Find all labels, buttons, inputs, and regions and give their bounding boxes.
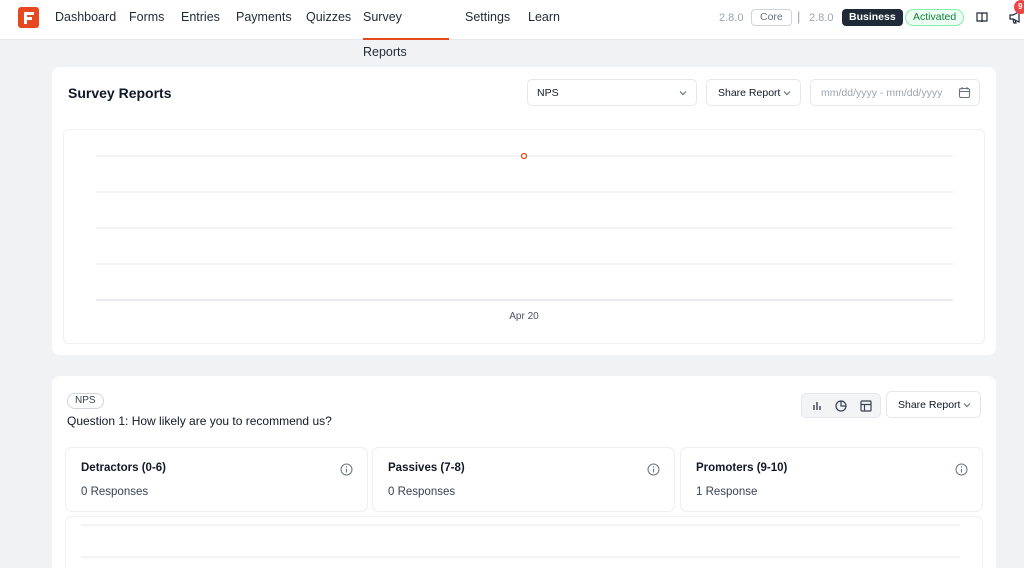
top-nav-bar: Dashboard Forms Entries Payments Quizzes… (0, 0, 1024, 59)
x-tick-label: Apr 20 (509, 311, 539, 322)
question-share-report-button[interactable]: Share Report (886, 391, 981, 418)
chevron-down-icon (783, 91, 791, 96)
date-range-placeholder: mm/dd/yyyy - mm/dd/yyyy (821, 87, 943, 99)
nav-learn[interactable]: Learn (528, 0, 560, 40)
nav-settings[interactable]: Settings (465, 0, 510, 40)
form-select-value: NPS (537, 87, 559, 99)
pie-chart-icon[interactable] (834, 399, 848, 413)
table-icon[interactable] (859, 399, 873, 413)
book-icon[interactable] (976, 11, 988, 23)
question-text: Question 1: How likely are you to recomm… (67, 414, 332, 428)
core-badge: Core (751, 9, 792, 26)
nav-quizzes[interactable]: Quizzes (306, 0, 351, 40)
date-range-input[interactable]: mm/dd/yyyy - mm/dd/yyyy (810, 79, 980, 106)
formidable-logo[interactable] (18, 7, 39, 28)
activated-badge: Activated (905, 9, 965, 26)
business-version: 2.8.0 (809, 12, 834, 24)
page-title: Survey Reports (68, 85, 172, 101)
info-icon[interactable] (647, 463, 660, 476)
version-divider: | (797, 9, 801, 24)
share-report-button[interactable]: Share Report (706, 79, 801, 106)
info-icon[interactable] (955, 463, 968, 476)
survey-reports-card: Survey Reports NPS Share Report mm/dd/yy… (52, 67, 996, 355)
promoters-card: Promoters (9-10) 1 Response (680, 447, 983, 512)
info-icon[interactable] (340, 463, 353, 476)
share-report-label: Share Report (718, 87, 781, 99)
nav-payments[interactable]: Payments (236, 0, 292, 40)
share-report-label: Share Report (898, 399, 961, 411)
view-toggle-group (801, 393, 881, 418)
question-type-chip: NPS (67, 393, 104, 409)
nav-forms[interactable]: Forms (129, 0, 164, 40)
passives-card: Passives (7-8) 0 Responses (372, 447, 675, 512)
detractors-card: Detractors (0-6) 0 Responses (65, 447, 368, 512)
bar-chart-icon[interactable] (810, 399, 824, 413)
form-select[interactable]: NPS (527, 79, 697, 106)
promoters-count: 1 Response (696, 486, 758, 498)
business-badge: Business (842, 9, 903, 26)
detractors-count: 0 Responses (81, 486, 149, 498)
responses-chart: Apr 20 (63, 129, 985, 344)
question-chart (65, 516, 983, 568)
nav-entries[interactable]: Entries (181, 0, 220, 40)
passives-title: Passives (7-8) (388, 462, 465, 474)
question-chart-svg (81, 524, 960, 558)
nav-survey-reports[interactable]: Survey Reports (363, 0, 449, 59)
calendar-icon (958, 87, 971, 99)
notification-count-badge[interactable]: 9 (1014, 0, 1024, 14)
promoters-title: Promoters (9-10) (696, 462, 788, 474)
core-version: 2.8.0 (719, 12, 744, 24)
chart-data-point[interactable] (520, 152, 528, 160)
chevron-down-icon (963, 403, 971, 408)
responses-chart-svg: Apr 20 (96, 152, 953, 322)
passives-count: 0 Responses (388, 486, 456, 498)
detractors-title: Detractors (0-6) (81, 462, 166, 474)
question-card: NPS Question 1: How likely are you to re… (52, 376, 996, 568)
chevron-down-icon (679, 91, 687, 96)
nav-dashboard[interactable]: Dashboard (55, 0, 116, 40)
